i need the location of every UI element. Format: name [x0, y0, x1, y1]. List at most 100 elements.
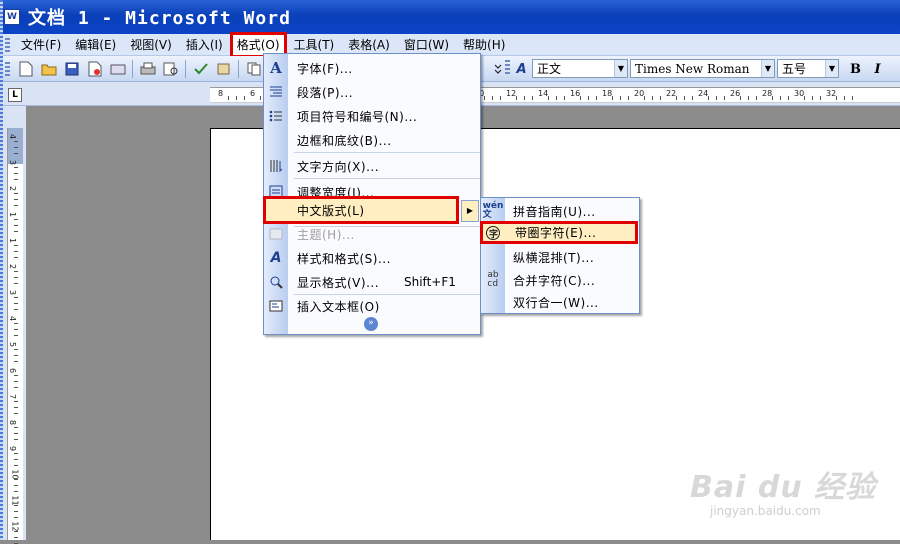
menu-item-label: 样式和格式(S)... [297, 251, 391, 266]
menu-tools[interactable]: 工具(T) [287, 35, 342, 55]
menu-help[interactable]: 帮助(H) [456, 35, 512, 55]
toolbar-grip[interactable] [5, 37, 10, 52]
ruler-tick [772, 96, 773, 100]
menu-item-label: 项目符号和编号(N)... [297, 109, 418, 124]
chevron-down-icon[interactable]: ▼ [761, 60, 774, 77]
permission-icon[interactable] [84, 59, 105, 79]
vertical-ruler[interactable]: 4 3 2 1 1 2 3 4 5 6 7 8 9 10 11 12 [7, 128, 23, 544]
ruler-tick [14, 427, 18, 428]
submenu-item-enclosed-char[interactable]: 字 带圈字符(E)... [480, 221, 638, 244]
chevron-down-icon[interactable]: ▼ [614, 60, 627, 77]
submenu-item-vertical-horizontal[interactable]: 纵横混排(T)... [481, 245, 639, 269]
menu-item-paragraph[interactable]: 段落(P)... [264, 80, 480, 104]
open-folder-icon[interactable] [38, 59, 59, 79]
ruler-tick [14, 505, 18, 506]
chevron-double-down-icon[interactable]: » [364, 317, 378, 331]
spelling-icon[interactable] [190, 59, 211, 79]
ruler-tick [14, 401, 18, 402]
ruler-tick [14, 173, 18, 174]
email-icon[interactable] [107, 59, 128, 79]
ruler-tick [580, 96, 581, 100]
research-icon[interactable] [213, 59, 234, 79]
ruler-tick [14, 387, 18, 388]
menu-item-insert-textbox[interactable]: 插入文本框(O) [264, 294, 480, 318]
ruler-tick [260, 96, 261, 100]
save-disk-icon[interactable] [61, 59, 82, 79]
ruler-tick [14, 329, 18, 330]
format-menu-dropdown: A 字体(F)... 段落(P)... 项目符号和编号(N)... 边框和底纹(… [263, 53, 481, 335]
ruler-tick [788, 96, 789, 100]
ruler-number: 24 [698, 89, 709, 98]
ruler-tick [14, 465, 18, 466]
ruler-number: 8 [8, 419, 18, 426]
menu-item-font[interactable]: A 字体(F)... [264, 56, 480, 80]
ruler-tick [628, 96, 629, 100]
ruler-number: 4 [8, 133, 18, 140]
ruler-number: 1 [8, 211, 18, 218]
toolbar-grip[interactable] [5, 61, 10, 76]
ruler-tick [14, 323, 18, 324]
toolbar-separator [185, 59, 186, 78]
menu-item-bullets[interactable]: 项目符号和编号(N)... [264, 104, 480, 128]
ruler-tick [14, 199, 18, 200]
menu-item-borders[interactable]: 边框和底纹(B)... [264, 128, 480, 152]
toolbar-grip[interactable] [505, 60, 510, 74]
ruler-tick [14, 147, 18, 148]
ruler-tick [14, 335, 18, 336]
styles-icon: A [270, 250, 282, 266]
chevron-down-icon[interactable]: ▼ [825, 60, 838, 77]
ruler-number: 8 [218, 89, 224, 98]
menu-item-chinese-layout[interactable]: 中文版式(L) [263, 196, 459, 224]
ruler-tick [620, 96, 621, 100]
ruler-tick [484, 96, 485, 100]
style-combo-value: 正文 [537, 62, 562, 76]
ruler-number: 22 [666, 89, 677, 98]
menu-window[interactable]: 窗口(W) [397, 35, 456, 55]
print-preview-icon[interactable] [160, 59, 181, 79]
font-size-combo[interactable]: 五号 ▼ [777, 59, 839, 78]
submenu-item-phonetic-guide[interactable]: wén 文 拼音指南(U)... [481, 199, 639, 223]
submenu-item-two-lines-in-one[interactable]: 双行合一(W)... [481, 290, 639, 314]
menu-edit[interactable]: 编辑(E) [68, 35, 123, 55]
ruler-tick [14, 511, 18, 512]
copy-icon[interactable] [243, 59, 264, 79]
submenu-item-combine-chars[interactable]: ab cd 合并字符(C)... [481, 268, 639, 292]
watermark-logo: Bai du 经验 [690, 470, 877, 505]
menu-item-label: 显示格式(V)... [297, 275, 380, 290]
menu-item-label: 带圈字符(E)... [515, 226, 597, 240]
styles-formatting-icon[interactable]: A [511, 59, 532, 79]
menu-view[interactable]: 视图(V) [123, 35, 179, 55]
tab-stop-selector[interactable]: L [8, 88, 22, 102]
ruler-tick [14, 303, 18, 304]
menu-item-label: 字体(F)... [297, 61, 353, 76]
ruler-tick [14, 381, 18, 382]
text-direction-icon [266, 156, 286, 176]
menu-item-styles[interactable]: A 样式和格式(S)... [264, 246, 480, 270]
menu-item-reveal-format[interactable]: 显示格式(V)... Shift+F1 [264, 270, 480, 294]
ruler-tick [740, 96, 741, 100]
title-bar: W 文档 1 - Microsoft Word [0, 0, 900, 34]
ruler-tick [14, 537, 18, 538]
menu-separator [294, 178, 480, 179]
ruler-tick [14, 141, 18, 142]
submenu-arrow-icon[interactable]: ▶ [461, 200, 479, 222]
ruler-tick [820, 96, 821, 100]
print-icon[interactable] [137, 59, 158, 79]
svg-text:字: 字 [489, 228, 498, 240]
ruler-tick [14, 433, 18, 434]
italic-button[interactable]: I [867, 59, 888, 79]
style-combo[interactable]: 正文 ▼ [532, 59, 628, 78]
font-combo[interactable]: Times New Roman ▼ [630, 59, 775, 78]
enclosed-char-icon: 字 [483, 223, 503, 243]
bullets-icon [266, 106, 286, 126]
new-document-icon[interactable] [15, 59, 36, 79]
menu-insert[interactable]: 插入(I) [179, 35, 230, 55]
bold-button[interactable]: B [845, 59, 866, 79]
window-title: 文档 1 - Microsoft Word [28, 8, 291, 29]
menu-file[interactable]: 文件(F) [14, 35, 68, 55]
ruler-tick [660, 96, 661, 100]
word-doc-icon[interactable]: W [4, 9, 20, 25]
menu-table[interactable]: 表格(A) [341, 35, 397, 55]
menu-item-text-direction[interactable]: 文字方向(X)... [264, 154, 480, 178]
ruler-tick [852, 96, 853, 100]
